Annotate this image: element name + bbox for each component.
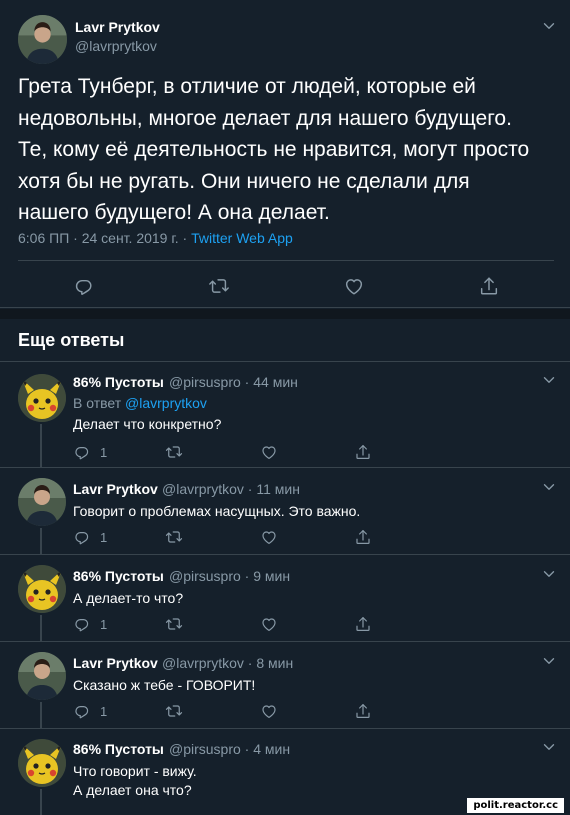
author-name[interactable]: Lavr Prytkov: [75, 19, 160, 35]
thread-line: [40, 702, 42, 728]
chevron-down-icon[interactable]: [540, 565, 558, 583]
reply-icon[interactable]: [73, 275, 95, 297]
author-name[interactable]: Lavr Prytkov: [73, 655, 158, 671]
reply-text: Говорит о проблемах насущных. Это важно.: [73, 503, 361, 519]
tweet-text-line: нашего будущего! А она делает.: [18, 201, 330, 224]
thread-line: [40, 615, 42, 641]
avatar-image: [18, 478, 66, 526]
reply-count: 1: [100, 530, 108, 545]
share-icon[interactable]: [478, 275, 500, 297]
reply-to-line: В ответ @lavrprytkov: [73, 395, 207, 411]
reply-icon[interactable]: [73, 528, 91, 546]
avatar-image: [18, 15, 67, 64]
like-icon[interactable]: [260, 615, 278, 633]
reply-text: А делает она что?: [73, 782, 192, 798]
like-icon[interactable]: [260, 702, 278, 720]
reply-text: А делает-то что?: [73, 590, 184, 606]
tweet-timestamp-row: 6:06 ПП · 24 сент. 2019 г. · Twitter Web…: [18, 230, 293, 246]
reply-text: Что говорит - вижу.: [73, 763, 197, 779]
source-app-link[interactable]: Twitter Web App: [191, 230, 293, 246]
divider: [18, 260, 554, 261]
avatar[interactable]: [18, 652, 66, 700]
author-meta[interactable]: @pirsuspro · 9 мин: [169, 568, 290, 584]
thread-line: [40, 789, 42, 815]
reply-text: Делает что конкретно?: [73, 416, 222, 432]
reply-icon[interactable]: [73, 443, 91, 461]
tweet-time[interactable]: 6:06 ПП · 24 сент. 2019 г. ·: [18, 230, 191, 246]
reply-text: Сказано ж тебе - ГОВОРИТ!: [73, 677, 256, 693]
author-handle[interactable]: @lavrprytkov: [75, 38, 157, 54]
chevron-down-icon[interactable]: [540, 738, 558, 756]
chevron-down-icon[interactable]: [540, 652, 558, 670]
avatar[interactable]: [18, 15, 67, 64]
retweet-icon[interactable]: [165, 443, 183, 461]
share-icon[interactable]: [354, 528, 372, 546]
section-title: Еще ответы: [18, 330, 125, 350]
avatar-image: [18, 652, 66, 700]
reply-count: 1: [100, 445, 108, 460]
like-icon[interactable]: [260, 443, 278, 461]
tweet-text-line: недовольны, многое делает для нашего буд…: [18, 106, 512, 130]
chevron-down-icon[interactable]: [540, 371, 558, 389]
author-name[interactable]: Lavr Prytkov: [73, 481, 158, 497]
thread-line: [40, 424, 42, 467]
author-name[interactable]: 86% Пустоты: [73, 741, 164, 757]
tweet-text-line: Грета Тунберг, в отличие от людей, котор…: [18, 75, 476, 98]
like-icon[interactable]: [343, 275, 365, 297]
tweet-text-line: Те, кому её деятельность не нравится, мо…: [18, 138, 530, 161]
chevron-down-icon[interactable]: [540, 478, 558, 496]
avatar[interactable]: [18, 565, 66, 613]
avatar-image: [18, 374, 66, 422]
reply-icon[interactable]: [73, 615, 91, 633]
section-gap: [0, 309, 570, 319]
watermark: polit.reactor.cc: [467, 798, 564, 813]
reply-tweet[interactable]: 86% Пустоты @pirsuspro · 9 мин А делает-…: [0, 555, 570, 641]
avatar[interactable]: [18, 374, 66, 422]
like-icon[interactable]: [260, 528, 278, 546]
reply-to-prefix: В ответ: [73, 395, 126, 411]
author-name[interactable]: 86% Пустоты: [73, 568, 164, 584]
share-icon[interactable]: [354, 702, 372, 720]
reply-tweet[interactable]: Lavr Prytkov @lavrprytkov · 11 мин Говор…: [0, 468, 570, 554]
reply-icon[interactable]: [73, 702, 91, 720]
retweet-icon[interactable]: [165, 528, 183, 546]
tweet-text: Грета Тунберг, в отличие от людей, котор…: [18, 71, 553, 229]
mention-link[interactable]: @lavrprytkov: [125, 395, 207, 411]
main-tweet: Lavr Prytkov @lavrprytkov Грета Тунберг,…: [0, 0, 570, 308]
avatar-image: [18, 565, 66, 613]
retweet-icon[interactable]: [208, 275, 230, 297]
reply-count: 1: [100, 704, 108, 719]
share-icon[interactable]: [354, 443, 372, 461]
author-meta[interactable]: @lavrprytkov · 8 мин: [162, 655, 293, 671]
tweet-text-line: хотя бы не ругать. Они ничего не сделали…: [18, 169, 470, 193]
reply-tweet[interactable]: Lavr Prytkov @lavrprytkov · 8 мин Сказан…: [0, 642, 570, 728]
reply-count: 1: [100, 617, 108, 632]
retweet-icon[interactable]: [165, 702, 183, 720]
retweet-icon[interactable]: [165, 615, 183, 633]
author-meta[interactable]: @pirsuspro · 44 мин: [169, 374, 298, 390]
author-meta[interactable]: @pirsuspro · 4 мин: [169, 741, 290, 757]
author-name[interactable]: 86% Пустоты: [73, 374, 164, 390]
reply-tweet[interactable]: 86% Пустоты @pirsuspro · 44 мин В ответ …: [0, 362, 570, 467]
avatar-image: [18, 739, 66, 787]
avatar[interactable]: [18, 478, 66, 526]
avatar[interactable]: [18, 739, 66, 787]
share-icon[interactable]: [354, 615, 372, 633]
author-meta[interactable]: @lavrprytkov · 11 мин: [162, 481, 300, 497]
thread-line: [40, 528, 42, 554]
chevron-down-icon[interactable]: [540, 17, 558, 35]
